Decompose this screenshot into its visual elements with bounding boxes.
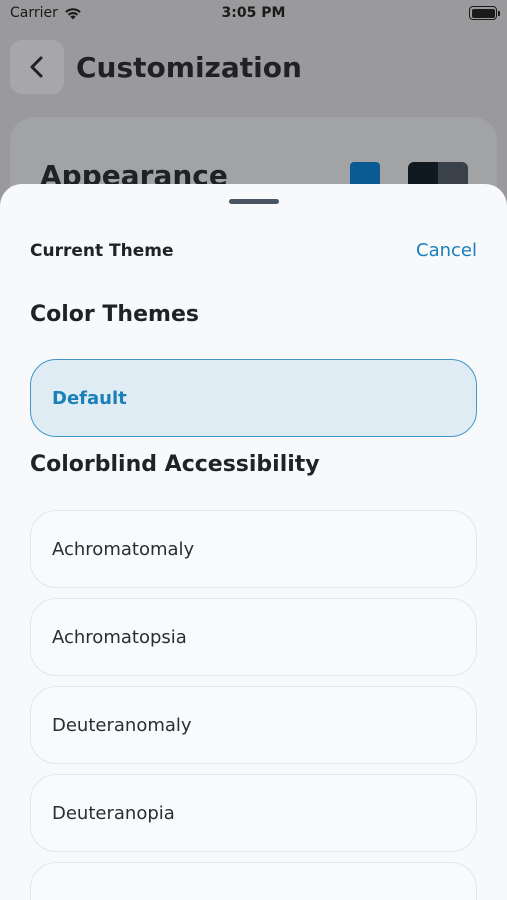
sheet-header: Current Theme Cancel (30, 240, 477, 261)
theme-option-default[interactable]: Default (30, 359, 477, 437)
sheet-grabber[interactable] (229, 199, 279, 204)
page-header: Customization (10, 40, 497, 94)
status-time: 3:05 PM (221, 5, 286, 21)
cancel-button[interactable]: Cancel (416, 240, 477, 261)
colorblind-option-achromatomaly[interactable]: Achromatomaly (30, 510, 477, 588)
current-theme-label: Current Theme (30, 240, 174, 261)
theme-bottom-sheet: Current Theme Cancel Color Themes Defaul… (0, 184, 507, 900)
color-themes-heading: Color Themes (30, 302, 199, 327)
colorblind-option-deuteranomaly[interactable]: Deuteranomaly (30, 686, 477, 764)
colorblind-option-partial[interactable] (30, 862, 477, 900)
page-title: Customization (76, 50, 302, 84)
colorblind-option-achromatopsia[interactable]: Achromatopsia (30, 598, 477, 676)
colorblind-option-deuteranopia[interactable]: Deuteranopia (30, 774, 477, 852)
battery-icon (469, 6, 500, 20)
back-button[interactable] (10, 40, 64, 94)
colorblind-heading: Colorblind Accessibility (30, 452, 320, 477)
chevron-left-icon (30, 56, 43, 78)
status-bar: Carrier 3:05 PM (0, 0, 507, 28)
